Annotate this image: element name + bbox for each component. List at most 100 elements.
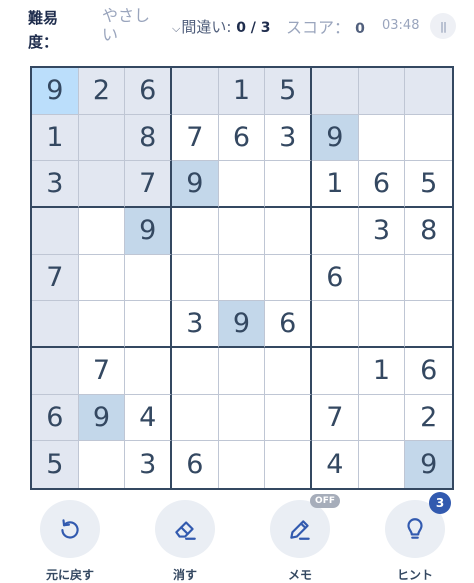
cell-r8-c4[interactable]	[172, 394, 219, 442]
cell-r2-c4[interactable]: 7	[172, 114, 219, 162]
cell-r4-c6[interactable]	[265, 208, 312, 255]
cell-r9-c2[interactable]	[79, 441, 126, 488]
cell-r4-c2[interactable]	[78, 208, 126, 255]
hint-button[interactable]: 3 ヒント	[375, 492, 455, 583]
cell-r7-c4[interactable]	[172, 348, 219, 395]
cell-r6-c1[interactable]	[32, 301, 79, 348]
cell-r9-c9[interactable]: 9	[405, 441, 452, 488]
cell-r7-c5[interactable]	[218, 348, 266, 395]
difficulty-selector[interactable]: やさしい	[102, 6, 162, 44]
cell-r2-c6[interactable]: 3	[265, 114, 312, 162]
cell-r8-c5[interactable]	[218, 394, 266, 442]
cell-r1-c9[interactable]	[405, 68, 452, 115]
cell-r4-c1[interactable]	[32, 208, 79, 255]
cell-r3-c4[interactable]: 9	[172, 161, 219, 208]
undo-label: 元に戻す	[45, 568, 94, 582]
cell-r9-c6[interactable]	[265, 441, 312, 488]
cell-r3-c1[interactable]: 3	[32, 161, 79, 208]
eraser-icon	[175, 521, 196, 540]
cell-r7-c7[interactable]	[312, 348, 359, 395]
cell-r2-c2[interactable]	[78, 114, 126, 162]
cell-r6-c5[interactable]: 9	[218, 301, 266, 348]
cell-r6-c7[interactable]	[312, 301, 359, 348]
difficulty-label: 難易度：	[28, 9, 59, 51]
cell-r8-c3[interactable]: 4	[125, 394, 172, 442]
cell-r1-c5[interactable]: 1	[218, 68, 266, 115]
cell-r5-c1[interactable]: 7	[32, 254, 79, 302]
cell-r3-c5[interactable]	[218, 161, 266, 208]
cell-r3-c7[interactable]: 1	[312, 161, 359, 208]
cell-r9-c3[interactable]: 3	[125, 441, 172, 488]
cell-r4-c3[interactable]: 9	[125, 208, 172, 255]
cell-r1-c7[interactable]	[312, 68, 359, 115]
cell-r7-c3[interactable]	[125, 348, 172, 395]
sudoku-board: 92615187639379165938763967166947253649	[30, 66, 454, 490]
cell-r4-c5[interactable]	[218, 208, 266, 255]
cell-r3-c3[interactable]: 7	[125, 161, 172, 208]
cell-r1-c6[interactable]: 5	[265, 68, 312, 115]
cell-r7-c9[interactable]: 6	[405, 348, 452, 395]
cell-r4-c9[interactable]: 8	[405, 208, 452, 255]
cell-r4-c8[interactable]: 3	[358, 208, 406, 255]
erase-button[interactable]: 消す	[145, 500, 225, 583]
cell-r6-c9[interactable]	[405, 301, 452, 348]
cell-r5-c4[interactable]	[172, 254, 219, 302]
cell-r8-c8[interactable]	[358, 394, 406, 442]
cell-r1-c8[interactable]	[358, 68, 406, 115]
cell-r3-c8[interactable]: 6	[358, 161, 406, 208]
cell-r2-c7[interactable]: 9	[312, 114, 359, 162]
cell-r5-c2[interactable]	[78, 254, 126, 302]
pause-button[interactable]: ||	[430, 13, 456, 39]
cell-r2-c3[interactable]: 8	[125, 114, 172, 162]
cell-r2-c8[interactable]	[358, 114, 406, 162]
cell-r1-c2[interactable]: 2	[78, 68, 126, 115]
cell-r3-c6[interactable]	[265, 161, 312, 208]
cell-r5-c3[interactable]	[125, 254, 172, 302]
cell-r9-c8[interactable]	[359, 441, 406, 488]
cell-r4-c4[interactable]	[172, 208, 219, 255]
cell-r5-c6[interactable]	[265, 254, 312, 302]
cell-r9-c7[interactable]: 4	[312, 441, 359, 488]
cell-r2-c9[interactable]	[405, 115, 452, 162]
undo-circle[interactable]	[40, 500, 100, 558]
cell-r3-c9[interactable]: 5	[405, 161, 452, 208]
cell-r9-c5[interactable]	[219, 441, 266, 488]
cell-r6-c2[interactable]	[78, 301, 126, 348]
cell-r7-c6[interactable]	[265, 348, 312, 395]
cell-r8-c9[interactable]: 2	[405, 395, 452, 442]
cell-r7-c8[interactable]: 1	[358, 348, 406, 395]
hint-label: ヒント	[396, 568, 433, 582]
cell-r6-c8[interactable]	[358, 301, 406, 348]
erase-label: 消す	[172, 568, 197, 582]
cell-r8-c2[interactable]: 9	[78, 394, 126, 442]
erase-circle[interactable]	[155, 500, 215, 558]
hint-circle[interactable]: 3	[385, 492, 451, 558]
notes-button[interactable]: OFF メモ	[260, 494, 340, 583]
cell-r5-c8[interactable]	[358, 254, 406, 302]
cell-r2-c1[interactable]: 1	[32, 114, 79, 162]
cell-r9-c1[interactable]: 5	[32, 441, 79, 488]
cell-r2-c5[interactable]: 6	[218, 114, 266, 162]
undo-button[interactable]: 元に戻す	[30, 500, 110, 583]
cell-r3-c2[interactable]	[78, 161, 126, 208]
cell-r7-c2[interactable]: 7	[78, 348, 126, 395]
mistakes-label: 間違い:	[181, 18, 232, 36]
cell-r1-c4[interactable]	[172, 68, 219, 115]
cell-r8-c1[interactable]: 6	[32, 394, 79, 442]
cell-r4-c7[interactable]	[312, 208, 359, 255]
cell-r5-c5[interactable]	[218, 254, 266, 302]
cell-r6-c6[interactable]: 6	[265, 301, 312, 348]
cell-r8-c6[interactable]	[265, 394, 312, 442]
cell-r8-c7[interactable]: 7	[312, 394, 359, 442]
cell-r7-c1[interactable]	[32, 348, 79, 395]
cell-r6-c4[interactable]: 3	[172, 301, 219, 348]
cell-r1-c3[interactable]: 6	[125, 68, 172, 115]
cell-r5-c9[interactable]	[405, 255, 452, 302]
notes-circle[interactable]: OFF	[270, 494, 340, 558]
cell-r1-c1[interactable]: 9	[32, 68, 79, 115]
mistakes-value: 0 / 3	[236, 20, 271, 36]
cell-r5-c7[interactable]: 6	[312, 254, 359, 302]
cell-r6-c3[interactable]	[125, 301, 172, 348]
score-display: スコア： 0	[286, 14, 365, 38]
cell-r9-c4[interactable]: 6	[172, 441, 219, 488]
